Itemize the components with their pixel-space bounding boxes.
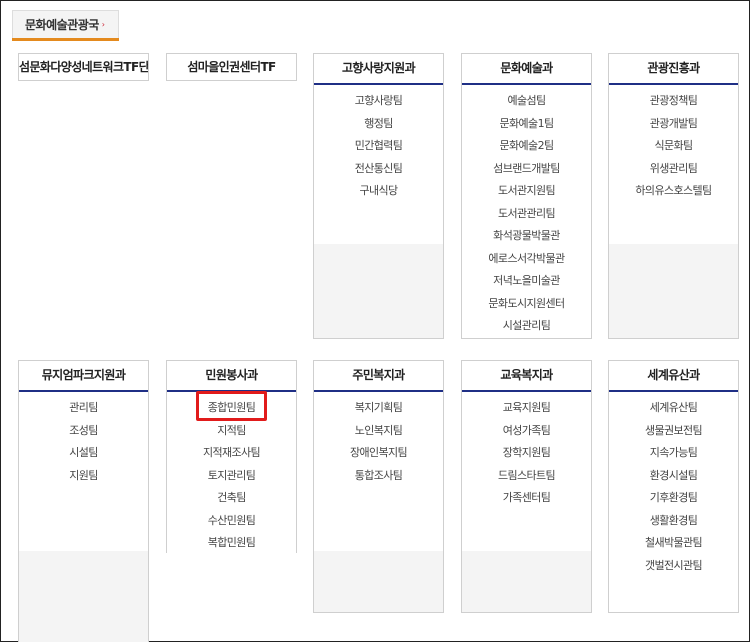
team-list: 관리팀 조성팀 시설팀 지원팀: [19, 392, 148, 487]
team-item[interactable]: 기후환경팀: [609, 487, 738, 510]
card-filler: [314, 244, 443, 338]
team-item[interactable]: 행정팀: [314, 113, 443, 136]
team-title[interactable]: 세계유산과: [609, 361, 738, 392]
team-item[interactable]: 관광정책팀: [609, 90, 738, 113]
highlight-box: [196, 391, 267, 421]
team-item[interactable]: 고향사랑팀: [314, 90, 443, 113]
team-title[interactable]: 주민복지과: [314, 361, 443, 392]
team-card-islandculture-tf: 섬문화다양성네트워크TF단: [18, 53, 149, 81]
team-item[interactable]: 조성팀: [19, 420, 148, 443]
team-item[interactable]: 하의유스호스텔팀: [609, 180, 738, 203]
team-item[interactable]: 문화예술2팀: [462, 135, 591, 158]
team-item[interactable]: 통합조사팀: [314, 465, 443, 488]
team-item[interactable]: 구내식당: [314, 180, 443, 203]
team-item[interactable]: 생물권보전팀: [609, 420, 738, 443]
department-tab[interactable]: 문화예술관광국 ›: [12, 10, 119, 38]
team-card-tourism: 관광진흥과 관광정책팀 관광개발팀 식문화팀 위생관리팀 하의유스호스텔팀: [608, 53, 739, 339]
team-item[interactable]: 철새박물관팀: [609, 532, 738, 555]
team-item[interactable]: 관리팀: [19, 397, 148, 420]
team-card-world-heritage: 세계유산과 세계유산팀 생물권보전팀 지속가능팀 환경시설팀 기후환경팀 생활환…: [608, 360, 739, 613]
team-item[interactable]: 에로스서각박물관: [462, 248, 591, 271]
team-item[interactable]: 노인복지팀: [314, 420, 443, 443]
team-title[interactable]: 문화예술과: [462, 54, 591, 85]
team-card-museum-park: 뮤지엄파크지원과 관리팀 조성팀 시설팀 지원팀: [18, 360, 149, 642]
team-item[interactable]: 예술섬팀: [462, 90, 591, 113]
team-item[interactable]: 식문화팀: [609, 135, 738, 158]
team-item[interactable]: 가족센터팀: [462, 487, 591, 510]
department-tab-underline: [12, 38, 119, 41]
team-list: 관광정책팀 관광개발팀 식문화팀 위생관리팀 하의유스호스텔팀: [609, 85, 738, 203]
team-item[interactable]: 여성가족팀: [462, 420, 591, 443]
team-card-resident-welfare: 주민복지과 복지기획팀 노인복지팀 장애인복지팀 통합조사팀: [313, 360, 444, 613]
team-item[interactable]: 도서관관리팀: [462, 203, 591, 226]
team-item[interactable]: 지적팀: [167, 420, 296, 443]
team-title[interactable]: 민원봉사과: [167, 361, 296, 392]
team-card-education-welfare: 교육복지과 교육지원팀 여성가족팀 장학지원팀 드림스타트팀 가족센터팀: [461, 360, 592, 613]
team-list: 세계유산팀 생물권보전팀 지속가능팀 환경시설팀 기후환경팀 생활환경팀 철새박…: [609, 392, 738, 577]
team-item[interactable]: 복합민원팀: [167, 532, 296, 555]
team-card-humanrights-tf: 섬마을인권센터TF: [166, 53, 297, 81]
card-filler: [609, 244, 738, 338]
team-item[interactable]: 복지기획팀: [314, 397, 443, 420]
card-filler: [19, 551, 148, 642]
team-item[interactable]: 장애인복지팀: [314, 442, 443, 465]
team-item[interactable]: 도서관지원팀: [462, 180, 591, 203]
team-item[interactable]: 전산통신팀: [314, 158, 443, 181]
card-filler: [314, 551, 443, 612]
team-item[interactable]: 세계유산팀: [609, 397, 738, 420]
team-item[interactable]: 수산민원팀: [167, 510, 296, 533]
team-card-hometown-support: 고향사랑지원과 고향사랑팀 행정팀 민간협력팀 전산통신팀 구내식당: [313, 53, 444, 339]
team-item[interactable]: 시설관리팀: [462, 315, 591, 338]
chevron-right-icon: ›: [101, 20, 105, 29]
team-item[interactable]: 드림스타트팀: [462, 465, 591, 488]
team-item[interactable]: 저녁노을미술관: [462, 270, 591, 293]
team-item[interactable]: 건축팀: [167, 487, 296, 510]
team-list: 교육지원팀 여성가족팀 장학지원팀 드림스타트팀 가족센터팀: [462, 392, 591, 510]
department-tab-label: 문화예술관광국: [25, 18, 99, 32]
team-item[interactable]: 지적재조사팀: [167, 442, 296, 465]
team-card-culture-arts: 문화예술과 예술섬팀 문화예술1팀 문화예술2팀 섬브랜드개발팀 도서관지원팀 …: [461, 53, 592, 339]
team-title[interactable]: 고향사랑지원과: [314, 54, 443, 85]
team-title[interactable]: 섬마을인권센터TF: [167, 54, 296, 83]
team-item[interactable]: 화석광물박물관: [462, 225, 591, 248]
team-list: 고향사랑팀 행정팀 민간협력팀 전산통신팀 구내식당: [314, 85, 443, 203]
team-title[interactable]: 교육복지과: [462, 361, 591, 392]
team-item[interactable]: 섬브랜드개발팀: [462, 158, 591, 181]
team-item[interactable]: 교육지원팀: [462, 397, 591, 420]
team-item[interactable]: 관광개발팀: [609, 113, 738, 136]
team-item[interactable]: 장학지원팀: [462, 442, 591, 465]
team-item[interactable]: 갯벌전시관팀: [609, 555, 738, 578]
team-title[interactable]: 관광진흥과: [609, 54, 738, 85]
team-list: 예술섬팀 문화예술1팀 문화예술2팀 섬브랜드개발팀 도서관지원팀 도서관관리팀…: [462, 85, 591, 338]
team-title[interactable]: 뮤지엄파크지원과: [19, 361, 148, 392]
team-item[interactable]: 지원팀: [19, 465, 148, 488]
team-title[interactable]: 섬문화다양성네트워크TF단: [19, 54, 148, 83]
team-item[interactable]: 민간협력팀: [314, 135, 443, 158]
team-item[interactable]: 지속가능팀: [609, 442, 738, 465]
team-item[interactable]: 위생관리팀: [609, 158, 738, 181]
team-card-civil-service: 민원봉사과 종합민원팀 지적팀 지적재조사팀 토지관리팀 건축팀 수산민원팀 복…: [166, 360, 297, 555]
card-filler: [462, 551, 591, 612]
team-item[interactable]: 문화도시지원센터: [462, 293, 591, 316]
team-item[interactable]: 문화예술1팀: [462, 113, 591, 136]
team-item[interactable]: 시설팀: [19, 442, 148, 465]
team-item[interactable]: 환경시설팀: [609, 465, 738, 488]
team-item[interactable]: 토지관리팀: [167, 465, 296, 488]
team-item[interactable]: 생활환경팀: [609, 510, 738, 533]
team-list: 복지기획팀 노인복지팀 장애인복지팀 통합조사팀: [314, 392, 443, 487]
